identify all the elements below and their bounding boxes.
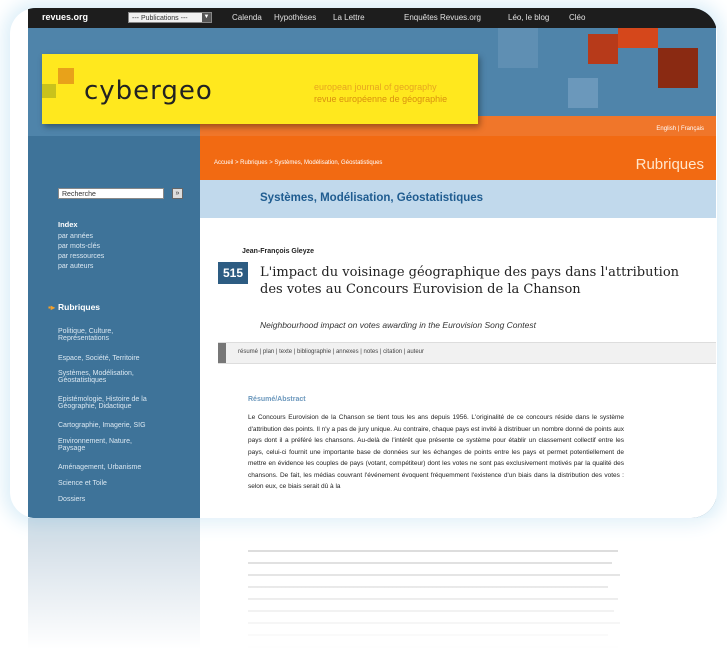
- issue-number-badge: 515: [218, 262, 248, 284]
- cybergeo-logo[interactable]: cybergeo european journal of geography r…: [42, 54, 478, 124]
- tagline-fr: revue européenne de géographie: [314, 94, 448, 104]
- abstract-heading: Résumé/Abstract: [248, 396, 306, 403]
- list-icon: ▪▸: [48, 303, 55, 312]
- decor-square: [588, 34, 618, 64]
- search-submit-button[interactable]: »: [172, 188, 183, 199]
- article-title: L'impact du voisinage géographique des p…: [260, 265, 680, 297]
- breadcrumb-band: English | Français Accueil > Rubriques >…: [200, 126, 716, 180]
- tagline-en: european journal of geography: [314, 82, 437, 92]
- index-link-resources[interactable]: par ressources: [58, 253, 104, 260]
- section-title-band: Systèmes, Modélisation, Géostatistiques: [200, 180, 716, 218]
- reflection-fade: [0, 540, 727, 661]
- rubrique-link[interactable]: Dossiers: [58, 496, 168, 503]
- rubrique-link[interactable]: Epistémologie, Histoire de la Géographie…: [58, 396, 168, 410]
- publications-select-value: --- Publications ---: [132, 15, 188, 22]
- index-link-keywords[interactable]: par mots-clés: [58, 243, 100, 250]
- nav-link-hypotheses[interactable]: Hypothèses: [274, 13, 316, 22]
- article-subtitle: Neighbourhood impact on votes awarding i…: [260, 320, 536, 330]
- rubrique-link[interactable]: Environnement, Nature, Paysage: [58, 438, 158, 452]
- main-content: Systèmes, Modélisation, Géostatistiques …: [200, 180, 716, 518]
- sidebar: Recherche » Index par années par mots-cl…: [28, 136, 200, 518]
- rubrique-link[interactable]: Cartographie, Imagerie, SIG: [58, 422, 168, 429]
- logo-text: cybergeo: [84, 76, 213, 106]
- decor-square: [568, 78, 598, 108]
- section-title: Systèmes, Modélisation, Géostatistiques: [260, 192, 484, 204]
- nav-link-calenda[interactable]: Calenda: [232, 13, 262, 22]
- logo-square-icon: [58, 68, 74, 84]
- nav-link-enquetes[interactable]: Enquêtes Revues.org: [404, 13, 481, 22]
- decor-square: [498, 28, 538, 68]
- toolbar-toggle-icon[interactable]: [218, 343, 226, 363]
- logo-square-icon: [42, 84, 56, 98]
- search-input[interactable]: Recherche: [58, 188, 164, 199]
- nav-link-lettre[interactable]: La Lettre: [333, 13, 365, 22]
- publications-select[interactable]: --- Publications --- ▼: [128, 12, 212, 23]
- rubrique-link[interactable]: Espace, Société, Territoire: [58, 355, 168, 362]
- webpage: revues.org --- Publications --- ▼ Calend…: [28, 8, 716, 518]
- revues-logo[interactable]: revues.org: [42, 12, 88, 22]
- index-heading: Index: [58, 220, 78, 229]
- abstract-text: Le Concours Eurovision de la Chanson se …: [248, 414, 624, 490]
- language-switch[interactable]: English | Français: [656, 126, 704, 132]
- rubrique-link[interactable]: Science et Toile: [58, 480, 168, 487]
- section-heading: Rubriques: [635, 156, 704, 173]
- rubrique-link[interactable]: Systèmes, Modélisation, Géostatistiques: [58, 370, 158, 384]
- top-navbar: revues.org --- Publications --- ▼ Calend…: [28, 8, 716, 28]
- article-sections-links[interactable]: résumé | plan | texte | bibliographie | …: [238, 349, 424, 355]
- index-link-years[interactable]: par années: [58, 233, 93, 240]
- article-author[interactable]: Jean-François Gleyze: [242, 248, 314, 255]
- index-link-authors[interactable]: par auteurs: [58, 263, 93, 270]
- nav-link-cleo[interactable]: Cléo: [569, 13, 585, 22]
- rubrique-link[interactable]: Aménagement, Urbanisme: [58, 464, 168, 471]
- breadcrumb[interactable]: Accueil > Rubriques > Systèmes, Modélisa…: [214, 160, 382, 166]
- screenshot-frame: revues.org --- Publications --- ▼ Calend…: [10, 8, 717, 518]
- article-toolbar: résumé | plan | texte | bibliographie | …: [218, 342, 716, 364]
- rubrique-link[interactable]: Politique, Culture, Représentations: [58, 328, 158, 342]
- nav-link-leo-blog[interactable]: Léo, le blog: [508, 13, 549, 22]
- decor-square: [658, 48, 698, 88]
- chevron-down-icon: ▼: [202, 13, 211, 22]
- rubriques-heading: ▪▸ Rubriques: [48, 302, 101, 312]
- decor-square: [618, 28, 658, 48]
